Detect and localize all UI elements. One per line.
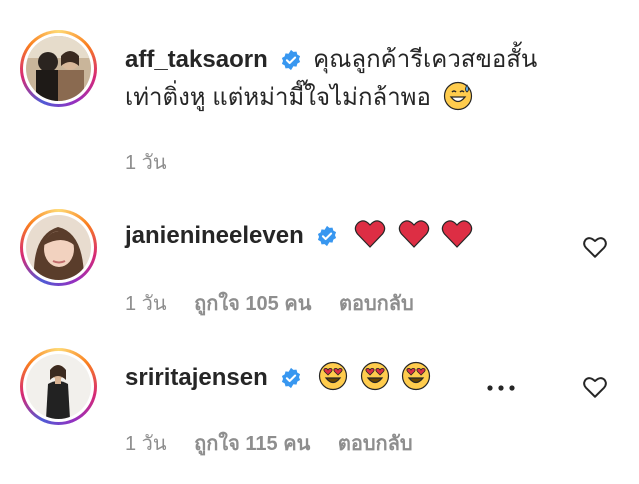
- heart-eyes-emoji: [318, 361, 348, 391]
- reply-button[interactable]: ตอบกลับ: [338, 433, 413, 455]
- likes-count[interactable]: ถูกใจ 115 คน: [194, 433, 310, 455]
- like-heart-icon[interactable]: [582, 374, 608, 400]
- comment-3: sriritajensen 1 วัน ถูกใจ 115 คน ตอบกลับ: [0, 0, 639, 484]
- comment-3-meta: 1 วัน ถูกใจ 115 คน ตอบกลับ: [125, 427, 435, 459]
- comment-3-line-1: sriritajensen: [125, 360, 431, 396]
- heart-eyes-emoji: [402, 361, 431, 391]
- username[interactable]: sriritajensen: [125, 364, 268, 391]
- verified-badge-icon: [282, 367, 301, 389]
- heart-eyes-emoji: [360, 361, 389, 391]
- more-options-icon[interactable]: [485, 383, 517, 393]
- comment-time: 1 วัน: [125, 433, 167, 455]
- avatar-sriritajensen[interactable]: [20, 348, 97, 425]
